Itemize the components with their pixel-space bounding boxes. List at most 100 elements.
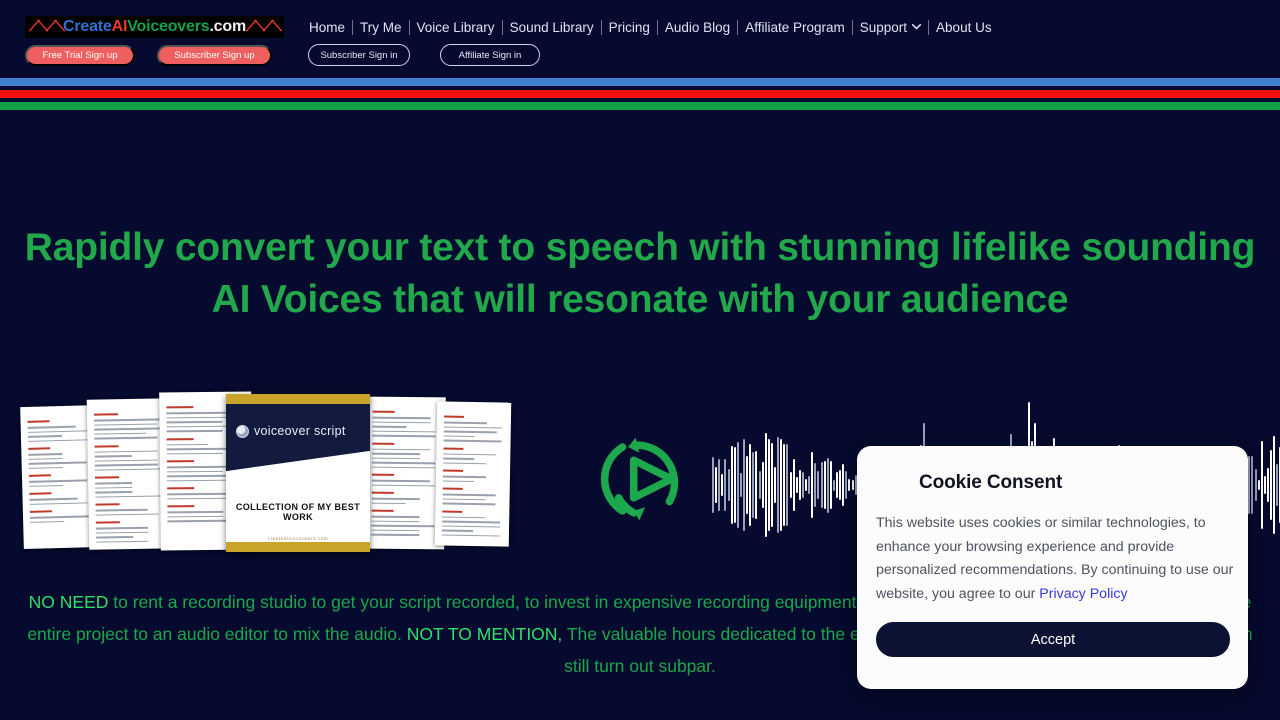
logo-part-ai: AI (111, 18, 128, 35)
nav-link-try-me[interactable]: Try Me (353, 19, 410, 35)
nav-link-about-us[interactable]: About Us (929, 20, 999, 35)
cookie-consent-dialog: Cookie Consent This website uses cookies… (857, 446, 1248, 689)
nav-link-audio-blog[interactable]: Audio Blog (658, 19, 739, 35)
script-document (364, 396, 446, 550)
doc-text-line (94, 463, 159, 467)
doc-text-line (29, 501, 88, 505)
doc-text-line (28, 457, 63, 460)
waveform-bar (712, 457, 714, 513)
doc-text-line (442, 502, 496, 505)
accent-stripe-green (0, 102, 1280, 110)
doc-text-line (28, 461, 87, 465)
waveform-bar (789, 471, 792, 499)
voiceover-script-cover: voiceover script COLLECTION OF MY BEST W… (226, 394, 370, 552)
logo-part-create: Create (63, 18, 112, 35)
doc-text-line (94, 454, 133, 458)
accept-button[interactable]: Accept (876, 622, 1230, 657)
doc-text-line (442, 529, 474, 532)
chevron-down-icon (912, 24, 922, 30)
doc-text-line (371, 533, 419, 536)
doc-text-line (371, 484, 436, 487)
doc-text-line (94, 423, 158, 426)
subscriber-signin-button[interactable]: Subscriber Sign in (308, 44, 410, 66)
nav-link-support[interactable]: Support (853, 19, 930, 35)
doc-text-line (443, 434, 475, 438)
doc-heading-line (371, 473, 395, 476)
cover-caption: COLLECTION OF MY BEST WORK (235, 502, 361, 522)
nav-link-home[interactable]: Home (302, 19, 354, 35)
nav-link-voice-library[interactable]: Voice Library (410, 19, 503, 35)
doc-text-line (442, 479, 475, 483)
waveform-bar (783, 444, 786, 526)
waveform-bar (761, 462, 764, 508)
waveform-bar (848, 479, 851, 491)
doc-text-line (94, 450, 158, 453)
waveform-bar (1276, 464, 1279, 506)
waveform-bar (795, 477, 798, 493)
doc-text-line (28, 466, 64, 469)
doc-text-line (372, 425, 407, 428)
doc-text-line (372, 421, 431, 424)
doc-heading-line (29, 492, 52, 495)
doc-heading-line (167, 487, 194, 490)
doc-text-line (95, 508, 148, 512)
affiliate-signin-button[interactable]: Affiliate Sign in (440, 44, 540, 66)
doc-text-line (371, 515, 420, 518)
waveform-bar (832, 479, 835, 491)
waveform-bar (839, 470, 842, 500)
doc-text-line (372, 466, 436, 469)
doc-text-line (94, 427, 164, 431)
doc-heading-line (371, 491, 395, 494)
cover-top-band (226, 394, 370, 404)
free-trial-signup-button[interactable]: Free Trial Sign up (25, 44, 135, 66)
doc-text-line (442, 515, 486, 519)
doc-text-line (95, 490, 133, 494)
doc-text-line (94, 459, 159, 462)
logo-waveform-right-icon: ⟋⟍⟋⟍ (245, 18, 282, 35)
doc-text-line (28, 438, 92, 442)
doc-text-line (95, 494, 165, 498)
waveform-bar (767, 438, 770, 532)
waveform-bar (829, 460, 832, 510)
doc-heading-line (95, 476, 120, 479)
nav-link-sound-library[interactable]: Sound Library (503, 19, 602, 35)
waveform-bar (774, 466, 776, 504)
doc-heading-line (94, 444, 119, 448)
nav-link-pricing[interactable]: Pricing (602, 19, 658, 35)
logo-waveform-left-icon: ⟋⟍⟋⟍ (29, 18, 65, 35)
doc-text-line (30, 515, 94, 519)
doc-heading-line (28, 447, 51, 450)
doc-text-line (372, 452, 420, 455)
nav-link-affiliate-program[interactable]: Affiliate Program (738, 19, 853, 35)
subscriber-signup-button[interactable]: Subscriber Sign up (157, 44, 272, 66)
doc-text-line (30, 520, 65, 523)
page-root: ⟋⟍⟋⟍ Create AI Voiceovers .com ⟋⟍⟋⟍ Home Tr… (0, 0, 1280, 720)
waveform-bar (820, 462, 823, 508)
waveform-bar (814, 462, 817, 508)
waveform-bar (739, 473, 742, 497)
doc-heading-line (166, 460, 194, 463)
waveform-bar (1257, 479, 1260, 491)
doc-text-line (372, 416, 431, 419)
doc-text-line (166, 452, 223, 455)
doc-text-line (94, 436, 158, 440)
waveform-bar (1251, 456, 1254, 514)
doc-heading-line (95, 503, 121, 506)
doc-heading-line (443, 415, 465, 418)
doc-heading-line (28, 474, 52, 477)
doc-text-line (29, 484, 64, 487)
doc-heading-line (372, 410, 396, 413)
privacy-policy-link[interactable]: Privacy Policy (1039, 586, 1127, 602)
doc-text-line (28, 452, 63, 456)
nav-auth-buttons: Free Trial Sign up Subscriber Sign up Su… (25, 44, 540, 66)
doc-heading-line (442, 509, 463, 513)
waveform-bar (1260, 440, 1263, 530)
waveform-bar (845, 471, 848, 499)
site-logo[interactable]: ⟋⟍⟋⟍ Create AI Voiceovers .com ⟋⟍⟋⟍ (25, 16, 284, 38)
page-title: Rapidly convert your text to speech with… (24, 226, 1256, 321)
cookie-consent-title: Cookie Consent (919, 472, 1063, 493)
accent-stripe-blue (0, 78, 1280, 86)
waveform-bar (826, 457, 829, 513)
doc-heading-line (442, 487, 464, 490)
waveform-bar (1270, 449, 1272, 521)
